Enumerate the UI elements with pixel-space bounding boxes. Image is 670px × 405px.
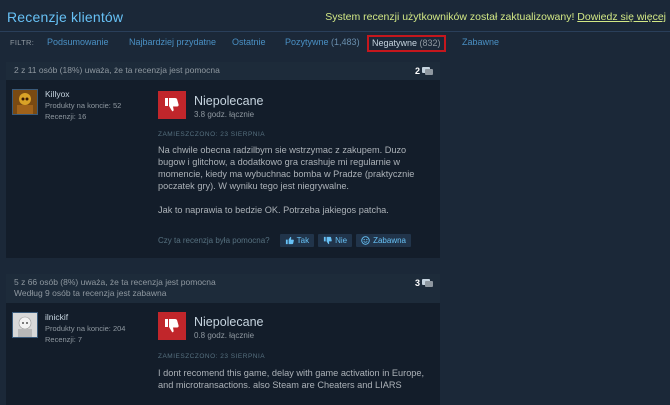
comment-count[interactable]: 2 xyxy=(415,66,434,77)
posted-date: ZAMIESZCZONO: 23 SIERPNIA xyxy=(158,353,266,360)
review-helpful-summary: 5 z 66 osób (8%) uważa, że ta recenzja j… xyxy=(6,274,440,303)
verdict-label: Niepolecane xyxy=(194,315,264,329)
tab-label: Najbardziej przydatne xyxy=(129,37,217,47)
helpful-count-text: 2 z 11 osób (18%) uważa, że ta recenzja … xyxy=(14,65,220,75)
avatar-image xyxy=(13,313,37,337)
comment-bubble-icon xyxy=(422,67,433,75)
comment-count-value: 3 xyxy=(414,278,420,288)
tab-most-helpful[interactable]: Najbardziej przydatne xyxy=(126,35,219,52)
tab-label: Pozytywne xyxy=(285,37,329,47)
tab-count: (1,483) xyxy=(331,37,360,47)
review-card: 2 z 11 osób (18%) uważa, że ta recenzja … xyxy=(6,62,440,258)
filter-bar: FILTR: Podsumowanie Najbardziej przydatn… xyxy=(0,31,670,53)
vote-funny-label: Zabawna xyxy=(373,235,407,245)
tab-label: Ostatnie xyxy=(232,37,266,47)
author-reviews-count: Recenzji: 7 xyxy=(45,335,83,344)
review-helpful-summary: 2 z 11 osób (18%) uważa, że ta recenzja … xyxy=(6,62,440,80)
avatar[interactable] xyxy=(12,312,38,338)
helpful-question: Czy ta recenzja była pomocna? xyxy=(158,235,270,245)
review-paragraph: I dont recomend this game, delay with ga… xyxy=(158,368,425,390)
notice-text: System recenzji użytkowników został zakt… xyxy=(325,11,575,23)
tab-label: Podsumowanie xyxy=(47,37,109,47)
tab-label: Negatywne xyxy=(372,38,418,48)
verdict-label: Niepolecane xyxy=(194,94,264,108)
tab-count: (832) xyxy=(419,38,441,48)
tab-label: Zabawne xyxy=(462,37,500,47)
comment-count-value: 2 xyxy=(414,66,420,76)
tab-summary[interactable]: Podsumowanie xyxy=(44,35,112,52)
thumbs-down-icon xyxy=(158,91,186,119)
author-reviews-count: Recenzji: 16 xyxy=(45,112,87,121)
posted-date: ZAMIESZCZONO: 23 SIERPNIA xyxy=(158,131,266,138)
tab-positive[interactable]: Pozytywne (1,483) xyxy=(282,35,363,52)
helpful-count-text: 5 z 66 osób (8%) uważa, że ta recenzja j… xyxy=(14,277,216,287)
review-body: I dont recomend this game, delay with ga… xyxy=(158,367,430,403)
tab-recent[interactable]: Ostatnie xyxy=(229,35,269,52)
avatar-image xyxy=(13,90,37,114)
vote-no-button[interactable]: Nie xyxy=(318,233,353,247)
review-body: Na chwile obecna radzilbym sie wstrzymac… xyxy=(158,144,430,228)
update-notice: System recenzji użytkowników został zakt… xyxy=(325,11,666,23)
vote-funny-button[interactable]: Zabawna xyxy=(356,233,412,247)
helpful-vote-row: Czy ta recenzja była pomocna? Tak Nie Za… xyxy=(158,233,415,247)
author-name[interactable]: Killyox xyxy=(45,89,70,99)
funny-count-text: Według 9 osób ta recenzja jest zabawna xyxy=(14,288,167,298)
filter-label: FILTR: xyxy=(10,38,35,47)
hours-played: 3.8 godz. łącznie xyxy=(194,110,255,119)
author-products-count: Produkty na koncie: 204 xyxy=(45,324,126,333)
review-card: 5 z 66 osób (8%) uważa, że ta recenzja j… xyxy=(6,274,440,405)
comment-bubble-icon xyxy=(422,279,433,287)
hours-played: 0.8 godz. łącznie xyxy=(194,331,255,340)
thumbs-down-small-icon xyxy=(323,236,332,244)
thumbs-up-icon xyxy=(285,236,294,244)
reviews-header: Recenzje klientów System recenzji użytko… xyxy=(0,0,670,30)
vote-yes-label: Tak xyxy=(296,235,310,245)
tab-funny[interactable]: Zabawne xyxy=(459,35,502,52)
learn-more-link[interactable]: Dowiedz się więcej xyxy=(577,11,666,23)
comment-count[interactable]: 3 xyxy=(415,278,434,289)
vote-yes-button[interactable]: Tak xyxy=(279,233,315,247)
thumbs-down-icon xyxy=(158,312,186,340)
section-title: Recenzje klientów xyxy=(7,9,124,25)
author-products-count: Produkty na koncie: 52 xyxy=(45,101,122,110)
review-paragraph: Na chwile obecna radzilbym sie wstrzymac… xyxy=(158,145,415,191)
author-name[interactable]: ilnickif xyxy=(45,312,68,322)
smiley-icon xyxy=(361,235,370,245)
avatar[interactable] xyxy=(12,89,38,115)
review-paragraph: Jak to naprawia to bedzie OK. Potrzeba j… xyxy=(158,205,389,215)
tab-negative[interactable]: Negatywne (832) xyxy=(367,35,446,52)
vote-no-label: Nie xyxy=(335,235,348,245)
